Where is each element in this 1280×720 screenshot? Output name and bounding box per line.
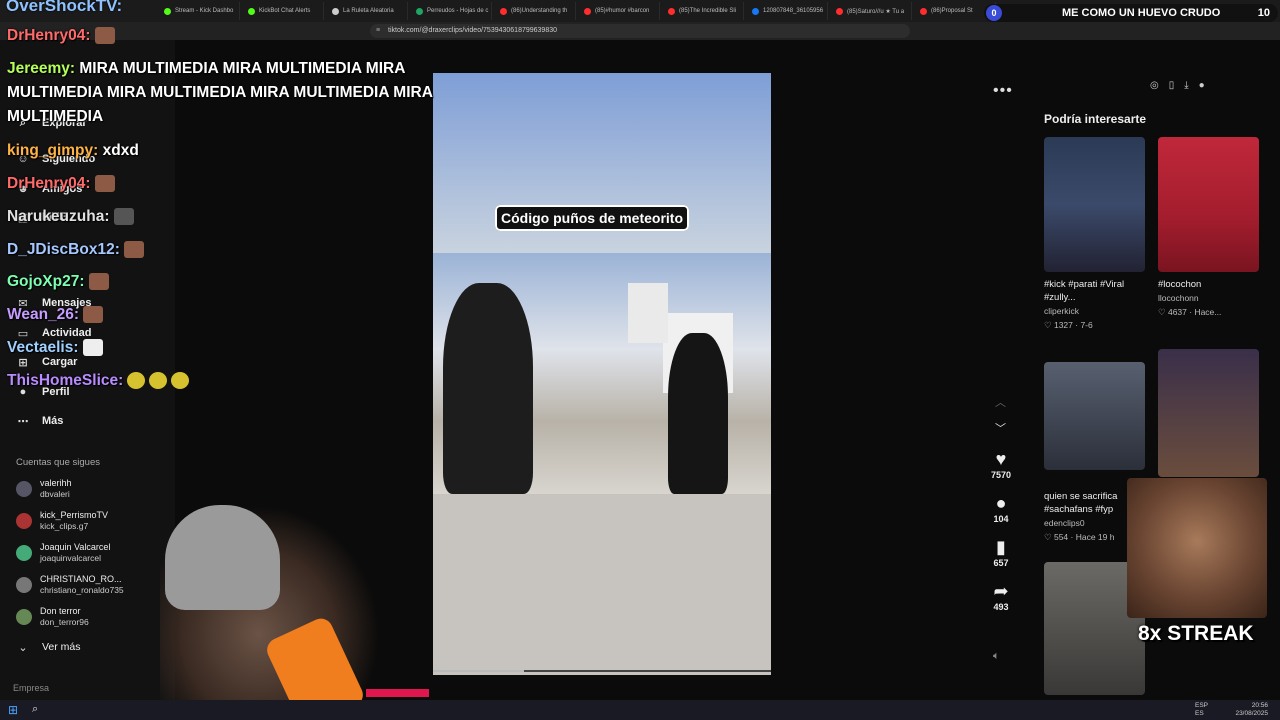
- rec-thumbnail: [1158, 137, 1259, 272]
- phone-icon[interactable]: ▯: [1169, 80, 1175, 91]
- browser-tab[interactable]: (85)Saturo///u ★ Tu a: [832, 2, 912, 20]
- streamer-beanie: [165, 505, 280, 610]
- alert-number: 10: [1257, 7, 1270, 19]
- windows-taskbar: ⊞ ⌕ ESP ES 20:56 23/08/2025: [0, 700, 1280, 720]
- video-progress-fill: [433, 670, 525, 672]
- emote-icon: [88, 273, 109, 291]
- browser-tab[interactable]: (85)#humor #barcon: [580, 2, 660, 20]
- emote-icon: [94, 175, 115, 193]
- channel-name: OverShockTV:: [6, 0, 123, 15]
- emote-icon: [113, 208, 134, 226]
- save-button[interactable]: ▮ 657: [983, 536, 1019, 568]
- screen: Stream - Kick Dashbo KickBot Chat Alerts…: [0, 0, 1280, 720]
- chevron-up-icon[interactable]: ︿: [995, 394, 1006, 410]
- emote-icon: [171, 372, 190, 390]
- chat-message: Narukeuzuha:: [7, 208, 134, 226]
- following-item[interactable]: Joaquin Valcarcel joaquinvalcarcel: [16, 542, 110, 563]
- emote-icon: [149, 372, 168, 390]
- following-item[interactable]: valerihh dbvaleri: [16, 478, 72, 499]
- more-icon: ⋯: [17, 415, 29, 428]
- chat-message: Wean_26:: [7, 306, 104, 324]
- windows-start-icon[interactable]: ⊞: [8, 703, 18, 717]
- chat-message-cont: MULTIMEDIA: [7, 108, 104, 125]
- avatar: [16, 512, 32, 529]
- emote-icon: [83, 306, 104, 324]
- youtube-icon: [836, 7, 843, 15]
- emote-icon: [94, 27, 115, 45]
- rec-card[interactable]: #locochon llocochonn ♡ 4637 · Hace...: [1158, 137, 1259, 318]
- rec-thumbnail: [1158, 349, 1259, 477]
- avatar: [16, 576, 32, 593]
- avatar[interactable]: ●: [1199, 80, 1205, 91]
- see-more-button[interactable]: ⌄ Ver más: [16, 640, 80, 654]
- chat-message: DrHenry04:: [7, 27, 115, 45]
- chat-message: DrHenry04:: [7, 175, 115, 193]
- following-header: Cuentas que sigues: [16, 457, 100, 468]
- right-toolbar: ◎ ▯ ⤓ ●: [1150, 80, 1205, 91]
- company-link[interactable]: Empresa: [13, 683, 49, 693]
- chat-message: king_gimpy: xdxd: [7, 142, 139, 159]
- chat-message: Jereemy: MIRA MULTIMEDIA MIRA MULTIMEDIA…: [7, 60, 406, 77]
- browser-tab[interactable]: 120807848_36105956: [748, 2, 828, 20]
- more-options-icon[interactable]: •••: [993, 82, 1013, 100]
- chevron-down-icon[interactable]: ﹀: [995, 420, 1006, 436]
- settings-icon[interactable]: ◎: [1150, 80, 1159, 91]
- search-icon[interactable]: ⌕: [32, 703, 38, 716]
- following-item[interactable]: kick_PerrismoTV kick_clips.g7: [16, 510, 108, 531]
- avatar: [16, 544, 32, 561]
- person-right: [668, 333, 728, 494]
- rec-thumbnail: [1044, 362, 1145, 470]
- download-icon[interactable]: ⤓: [1184, 80, 1188, 91]
- rec-card[interactable]: [1158, 349, 1259, 477]
- chat-message: GojoXp27:: [7, 273, 109, 291]
- comment-icon: ●: [995, 493, 1007, 513]
- youtube-icon: [668, 7, 675, 15]
- streak-label: 8x STREAK: [1138, 622, 1254, 645]
- like-button[interactable]: ♥ 7570: [983, 448, 1019, 480]
- youtube-icon: [500, 7, 507, 15]
- chat-message: Vectaelis:: [7, 339, 103, 357]
- facebook-icon: [752, 7, 759, 15]
- chat-message: ThisHomeSlice:: [7, 372, 190, 390]
- rec-card[interactable]: #kick #parati #Viral #zully... cliperkic…: [1044, 137, 1145, 331]
- bookmark-icon: ▮: [996, 537, 1006, 557]
- browser-tab[interactable]: (86)Understanding th: [496, 2, 576, 20]
- system-clock[interactable]: 20:56 23/08/2025: [1235, 702, 1268, 718]
- browser-tab[interactable]: (85)The Incredible Sli: [664, 2, 744, 20]
- emote-icon: [123, 241, 144, 259]
- alert-text: ME COMO UN HUEVO CRUDO: [1062, 7, 1221, 19]
- chevron-down-icon: ⌄: [18, 641, 28, 654]
- avatar: [16, 608, 32, 625]
- following-item[interactable]: CHRISTIANO_RO... christiano_ronaldo735: [16, 574, 124, 595]
- volume-icon[interactable]: 🔈︎: [993, 650, 1000, 663]
- language-indicator[interactable]: ESP ES: [1195, 702, 1208, 718]
- video-progress[interactable]: [433, 670, 771, 672]
- share-button[interactable]: ➦ 493: [983, 580, 1019, 612]
- heart-icon: ♥: [995, 449, 1007, 469]
- recommendations-title: Podría interesarte: [1044, 112, 1147, 126]
- sidebar-item-mas[interactable]: ⋯ Más: [16, 414, 64, 428]
- stream-chat-overlay: OverShockTV: DrHenry04: Jereemy: MIRA MU…: [0, 0, 500, 400]
- comment-button[interactable]: ● 104: [983, 492, 1019, 524]
- alert-count: 0: [986, 5, 1002, 21]
- video-caption: Código puños de meteorito: [495, 205, 689, 231]
- video-wall: [433, 494, 771, 675]
- youtube-icon: [920, 7, 927, 15]
- chat-message: D_JDiscBox12:: [7, 241, 144, 259]
- emote-icon: [127, 372, 146, 390]
- stream-alert-banner: 0 ME COMO UN HUEVO CRUDO 10: [984, 4, 1278, 22]
- reaction-emote-overlay: [1127, 478, 1267, 618]
- emote-icon: [82, 339, 103, 357]
- share-icon: ➦: [993, 581, 1009, 601]
- avatar: [16, 480, 32, 497]
- chat-message-cont: MULTIMEDIA MIRA MULTIMEDIA MIRA MULTIMED…: [7, 84, 433, 101]
- rec-thumbnail: [1044, 137, 1145, 272]
- following-item[interactable]: Don terror don_terror96: [16, 606, 89, 627]
- stream-progress-bar: [366, 689, 429, 697]
- youtube-icon: [584, 7, 591, 15]
